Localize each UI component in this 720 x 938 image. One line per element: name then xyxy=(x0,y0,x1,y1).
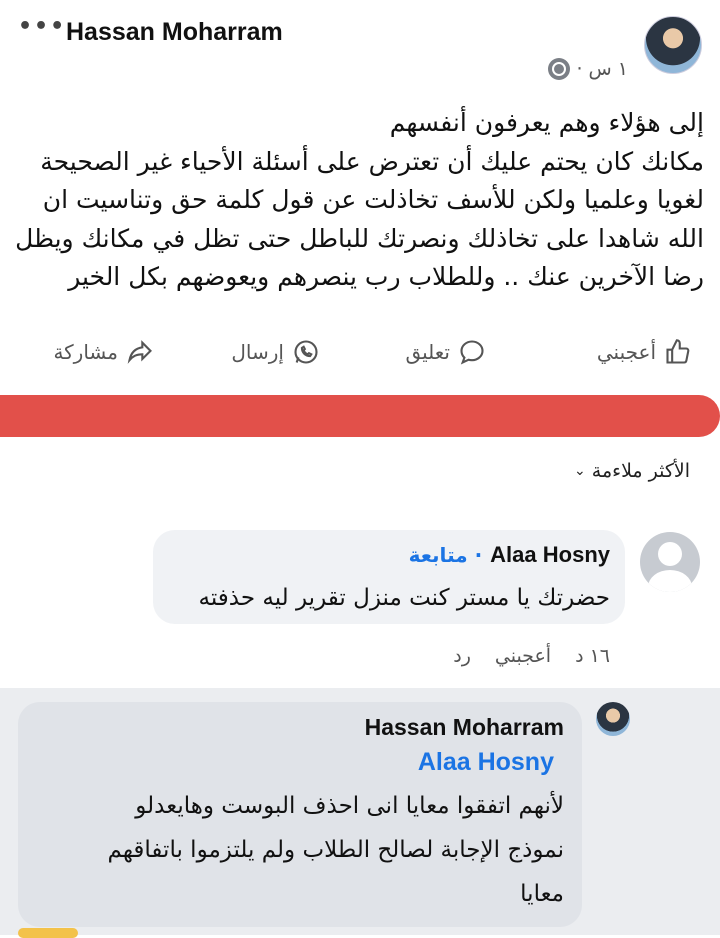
post-time: ١ س · xyxy=(576,58,628,80)
post-line: إلى هؤلاء وهم يعرفون أنفسهم xyxy=(389,108,704,137)
sort-label: الأكثر ملاءمة xyxy=(591,460,690,482)
reply-text: لأنهم اتفقوا معايا انى احذف البوست وهايع… xyxy=(34,784,564,916)
send-button[interactable]: إرسال xyxy=(231,338,320,366)
post-text: إلى هؤلاء وهم يعرفون أنفسهم مكانك كان يح… xyxy=(14,104,704,297)
comment-meta: ١٦ د أعجبني رد xyxy=(453,645,610,667)
follow-link[interactable]: · متابعة xyxy=(409,543,483,567)
reply-author[interactable]: Hassan Moharram xyxy=(365,714,564,741)
comment-reply-button[interactable]: رد xyxy=(453,645,471,667)
share-icon xyxy=(127,340,152,364)
chevron-down-icon: ⌄ xyxy=(574,463,586,479)
comment-sort-dropdown[interactable]: الأكثر ملاءمة ⌄ xyxy=(574,460,690,482)
post-line: رضا الآخرين عنك .. وللطلاب رب ينصرهم ويع… xyxy=(68,262,704,291)
comment-label: تعليق xyxy=(405,340,450,364)
reaction-icons xyxy=(18,928,78,938)
reply-line: نموذج الإجابة لصالح الطلاب ولم يلتزموا ب… xyxy=(107,837,564,863)
comment-header: Alaa Hosny · متابعة xyxy=(409,542,610,568)
comment-time: ١٦ د xyxy=(575,645,610,667)
like-label: أعجبني xyxy=(596,340,656,364)
whatsapp-icon xyxy=(294,340,318,364)
post-line: الله شاهدا على تخاذلك ونصرتك للباطل حتى … xyxy=(15,223,704,253)
reply-line: لأنهم اتفقوا معايا انى احذف البوست وهايع… xyxy=(135,793,564,819)
post-line: لغويا وعلميا ولكن للأسف تخاذلت عن قول كل… xyxy=(42,185,704,214)
thumbs-up-icon xyxy=(666,339,690,364)
avatar[interactable] xyxy=(644,16,702,74)
comment-button[interactable]: تعليق xyxy=(405,338,486,366)
comment-like-button[interactable]: أعجبني xyxy=(495,645,551,667)
comment-text: حضرتك يا مستر كنت منزل تقرير ليه حذفته xyxy=(198,585,610,611)
share-label: مشاركة xyxy=(53,340,118,364)
avatar[interactable] xyxy=(596,702,630,736)
more-options-icon[interactable]: ••• xyxy=(18,14,66,39)
comment-author[interactable]: Alaa Hosny xyxy=(490,542,610,568)
post-line: مكانك كان يحتم عليك أن تعترض على أسئلة ا… xyxy=(40,146,704,176)
post-meta: ١ س · xyxy=(548,58,628,80)
highlight-bar xyxy=(0,395,720,437)
like-button[interactable]: أعجبني xyxy=(597,338,692,366)
share-button[interactable]: مشاركة xyxy=(53,338,154,366)
globe-icon xyxy=(548,58,571,80)
reply-mention[interactable]: Alaa Hosny xyxy=(418,748,554,777)
reply-line: معايا xyxy=(520,881,564,907)
comment-icon xyxy=(460,340,484,365)
post-author[interactable]: Hassan Moharram xyxy=(66,18,283,47)
send-label: إرسال xyxy=(231,340,284,364)
avatar[interactable] xyxy=(640,532,700,592)
